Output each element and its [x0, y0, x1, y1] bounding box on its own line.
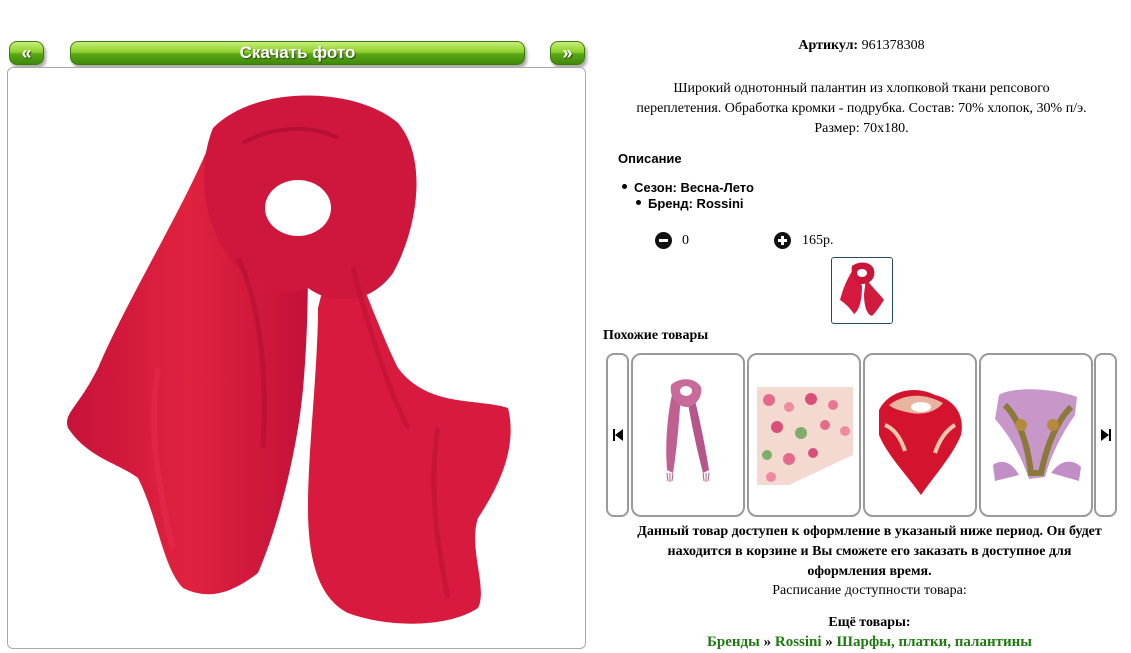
skip-back-icon	[613, 429, 623, 441]
red-scarf-image	[67, 95, 511, 624]
quantity-value: 0	[682, 233, 689, 248]
similar-products-title: Похожие товары	[603, 328, 709, 343]
skip-forward-icon	[1101, 429, 1111, 441]
similar-products-carousel	[606, 353, 1119, 517]
carousel-next-button[interactable]	[1094, 353, 1117, 517]
bullet-icon	[622, 184, 627, 190]
product-description: Широкий однотонный палантин из хлопковой…	[600, 79, 1123, 139]
breadcrumb-brands[interactable]: Бренды	[707, 634, 760, 650]
minus-icon[interactable]	[655, 232, 672, 249]
red-paisley-shawl-image	[879, 390, 962, 495]
bullet-icon	[636, 200, 641, 206]
availability-note: Данный товар доступен к оформление в ука…	[592, 522, 1131, 582]
attribute-brand: Бренд: Rossini	[636, 196, 744, 211]
price-value: 165р.	[802, 233, 834, 248]
availability-schedule-label: Расписание доступности товара:	[772, 583, 967, 598]
availability-line: находится в корзине и Вы сможете его зак…	[667, 544, 1072, 559]
availability-line: Данный товар доступен к оформление в ука…	[637, 524, 1102, 539]
more-products-title: Ещё товары:	[828, 615, 911, 630]
availability-line: оформления время.	[807, 564, 932, 579]
pink-scarf-image	[666, 379, 710, 482]
article-line: Артикул: 961378308	[592, 38, 1131, 54]
article-label: Артикул:	[798, 38, 859, 53]
quantity-row: 0 165р.	[592, 231, 1131, 251]
prev-photo-button[interactable]: «	[9, 41, 44, 65]
product-info-panel: Артикул: 961378308 Широкий однотонный па…	[592, 0, 1131, 653]
product-photo	[7, 67, 586, 649]
description-line: Размер: 70х180.	[814, 121, 909, 136]
download-photo-button[interactable]: Скачать фото	[70, 41, 525, 65]
attribute-season: Сезон: Весна-Лето	[622, 180, 754, 195]
breadcrumb-scarves[interactable]: Шарфы, платки, палантины	[837, 634, 1032, 650]
floral-scarf-image	[757, 387, 853, 485]
description-heading: Описание	[618, 151, 682, 166]
similar-item-floral-scarf[interactable]	[747, 353, 861, 517]
breadcrumb-separator: »	[825, 634, 833, 650]
purple-paisley-scarf-image	[993, 389, 1081, 481]
product-thumbnail[interactable]	[831, 257, 893, 324]
breadcrumb: Бренды » Rossini » Шарфы, платки, палант…	[592, 634, 1131, 651]
plus-icon[interactable]	[774, 232, 791, 249]
red-scarf-thumbnail	[840, 262, 884, 316]
attribute-text: Сезон: Весна-Лето	[634, 180, 754, 195]
similar-item-red-paisley-shawl[interactable]	[863, 353, 977, 517]
carousel-prev-button[interactable]	[606, 353, 629, 517]
description-line: Широкий однотонный палантин из хлопковой…	[673, 81, 1050, 96]
next-photo-button[interactable]: »	[550, 41, 585, 65]
similar-item-pink-scarf[interactable]	[631, 353, 745, 517]
breadcrumb-separator: »	[763, 634, 772, 650]
similar-item-purple-paisley-scarf[interactable]	[979, 353, 1093, 517]
article-value: 961378308	[861, 38, 925, 53]
description-line: переплетения. Обработка кромки - подрубк…	[636, 101, 1087, 116]
attribute-text: Бренд: Rossini	[648, 196, 744, 211]
breadcrumb-rossini[interactable]: Rossini	[775, 634, 822, 650]
